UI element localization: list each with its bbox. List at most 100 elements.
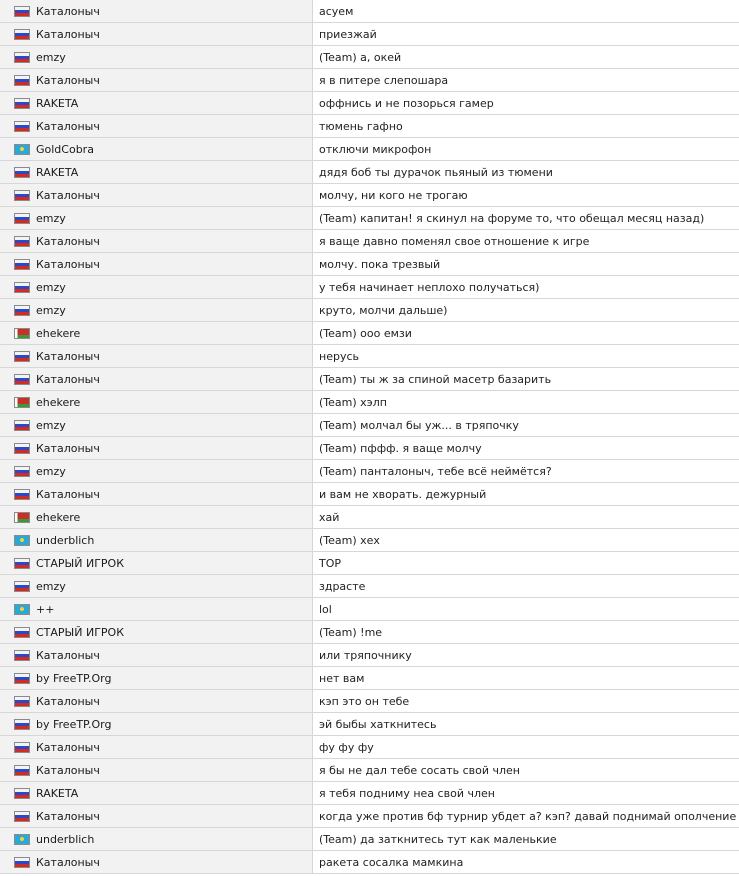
chat-row: Каталоныч приезжай bbox=[0, 22, 739, 46]
country-flag-icon bbox=[14, 97, 30, 109]
player-cell: Каталоныч bbox=[0, 643, 313, 667]
country-flag-icon bbox=[14, 327, 30, 339]
player-cell: Каталоныч bbox=[0, 0, 313, 23]
player-cell: Каталоныч bbox=[0, 689, 313, 713]
chat-message: (Team) хех bbox=[312, 528, 739, 552]
chat-message: я тебя подниму неа свой член bbox=[312, 781, 739, 805]
player-name: emzy bbox=[36, 303, 66, 317]
player-cell: Каталоныч bbox=[0, 735, 313, 759]
chat-row: Каталоныч молчу. пока трезвый bbox=[0, 252, 739, 276]
chat-message: молчу. пока трезвый bbox=[312, 252, 739, 276]
player-name: underblich bbox=[36, 832, 95, 846]
chat-row: underblich (Team) хех bbox=[0, 528, 739, 552]
country-flag-icon bbox=[14, 557, 30, 569]
player-cell: emzy bbox=[0, 459, 313, 483]
player-name: Каталоныч bbox=[36, 694, 100, 708]
country-flag-icon bbox=[14, 465, 30, 477]
player-cell: by FreeTP.Org bbox=[0, 666, 313, 690]
player-name: Каталоныч bbox=[36, 27, 100, 41]
chat-row: Каталоныч фу фу фу bbox=[0, 735, 739, 759]
player-name: by FreeTP.Org bbox=[36, 717, 112, 731]
player-name: СТАРЫЙ ИГРОК bbox=[36, 556, 125, 570]
chat-message: нет вам bbox=[312, 666, 739, 690]
country-flag-icon bbox=[14, 235, 30, 247]
player-name: Каталоныч bbox=[36, 809, 100, 823]
player-name: ehekere bbox=[36, 395, 81, 409]
chat-message: (Team) панталоныч, тебе всё неймётся? bbox=[312, 459, 739, 483]
player-cell: Каталоныч bbox=[0, 183, 313, 207]
chat-row: Каталоныч ракета сосалка мамкина bbox=[0, 850, 739, 874]
player-name: Каталоныч bbox=[36, 73, 100, 87]
country-flag-icon bbox=[14, 580, 30, 592]
country-flag-icon bbox=[14, 281, 30, 293]
player-cell: Каталоныч bbox=[0, 804, 313, 828]
player-name: ++ bbox=[36, 602, 55, 616]
chat-row: RAKETA оффнись и не позорься гамер bbox=[0, 91, 739, 115]
player-cell: СТАРЫЙ ИГРОК bbox=[0, 620, 313, 644]
country-flag-icon bbox=[14, 143, 30, 155]
player-name: Каталоныч bbox=[36, 855, 100, 869]
player-name: СТАРЫЙ ИГРОК bbox=[36, 625, 125, 639]
player-cell: emzy bbox=[0, 275, 313, 299]
chat-row: Каталоныч (Team) пффф. я ваще молчу bbox=[0, 436, 739, 460]
chat-row: Каталоныч тюмень гафно bbox=[0, 114, 739, 138]
country-flag-icon bbox=[14, 810, 30, 822]
chat-message: я бы не дал тебе сосать свой член bbox=[312, 758, 739, 782]
player-cell: RAKETA bbox=[0, 781, 313, 805]
player-name: GoldCobra bbox=[36, 142, 94, 156]
chat-row: underblich (Team) да заткнитесь тут как м… bbox=[0, 827, 739, 851]
country-flag-icon bbox=[14, 350, 30, 362]
player-cell: Каталоныч bbox=[0, 367, 313, 391]
player-cell: emzy bbox=[0, 45, 313, 69]
chat-row: СТАРЫЙ ИГРОК ТОР bbox=[0, 551, 739, 575]
country-flag-icon bbox=[14, 166, 30, 178]
chat-message: я в питере слепошара bbox=[312, 68, 739, 92]
country-flag-icon bbox=[14, 74, 30, 86]
chat-row: by FreeTP.Org нет вам bbox=[0, 666, 739, 690]
player-name: by FreeTP.Org bbox=[36, 671, 112, 685]
country-flag-icon bbox=[14, 51, 30, 63]
player-name: Каталоныч bbox=[36, 119, 100, 133]
player-name: RAKETA bbox=[36, 786, 79, 800]
country-flag-icon bbox=[14, 787, 30, 799]
chat-row: ehekere (Team) хэлп bbox=[0, 390, 739, 414]
country-flag-icon bbox=[14, 649, 30, 661]
chat-row: RAKETA дядя боб ты дурачок пьяный из тюме… bbox=[0, 160, 739, 184]
chat-message: приезжай bbox=[312, 22, 739, 46]
chat-message: отключи микрофон bbox=[312, 137, 739, 161]
chat-message: дядя боб ты дурачок пьяный из тюмени bbox=[312, 160, 739, 184]
chat-message: тюмень гафно bbox=[312, 114, 739, 138]
chat-message: (Team) капитан! я скинул на форуме то, ч… bbox=[312, 206, 739, 230]
player-name: Каталоныч bbox=[36, 487, 100, 501]
chat-message: ракета сосалка мамкина bbox=[312, 850, 739, 874]
player-cell: ehekere bbox=[0, 505, 313, 529]
chat-message: когда уже против бф турнир убдет а? кэп?… bbox=[312, 804, 739, 828]
player-cell: GoldCobra bbox=[0, 137, 313, 161]
country-flag-icon bbox=[14, 626, 30, 638]
chat-row: ehekere хай bbox=[0, 505, 739, 529]
chat-message: или тряпочнику bbox=[312, 643, 739, 667]
chat-row: emzy (Team) а, окей bbox=[0, 45, 739, 69]
country-flag-icon bbox=[14, 856, 30, 868]
chat-row: СТАРЫЙ ИГРОК (Team) !me bbox=[0, 620, 739, 644]
player-name: ehekere bbox=[36, 326, 81, 340]
player-cell: RAKETA bbox=[0, 160, 313, 184]
chat-message: здрасте bbox=[312, 574, 739, 598]
chat-row: Каталоныч когда уже против бф турнир убде… bbox=[0, 804, 739, 828]
chat-message: эй быбы хаткнитесь bbox=[312, 712, 739, 736]
country-flag-icon bbox=[14, 672, 30, 684]
player-cell: underblich bbox=[0, 528, 313, 552]
player-name: Каталоныч bbox=[36, 441, 100, 455]
player-cell: RAKETA bbox=[0, 91, 313, 115]
chat-row: by FreeTP.Org эй быбы хаткнитесь bbox=[0, 712, 739, 736]
chat-message: у тебя начинает неплохо получаться) bbox=[312, 275, 739, 299]
player-cell: emzy bbox=[0, 298, 313, 322]
country-flag-icon bbox=[14, 373, 30, 385]
chat-log-body: Каталоныч асуем Каталоныч приезжай emzy (Team… bbox=[0, 0, 739, 874]
player-cell: Каталоныч bbox=[0, 758, 313, 782]
chat-row: Каталоныч я ваще давно поменял свое отнош… bbox=[0, 229, 739, 253]
player-name: RAKETA bbox=[36, 165, 79, 179]
chat-row: Каталоныч молчу, ни кого не трогаю bbox=[0, 183, 739, 207]
player-name: Каталоныч bbox=[36, 234, 100, 248]
chat-row: Каталоныч и вам не хворать. дежурный bbox=[0, 482, 739, 506]
